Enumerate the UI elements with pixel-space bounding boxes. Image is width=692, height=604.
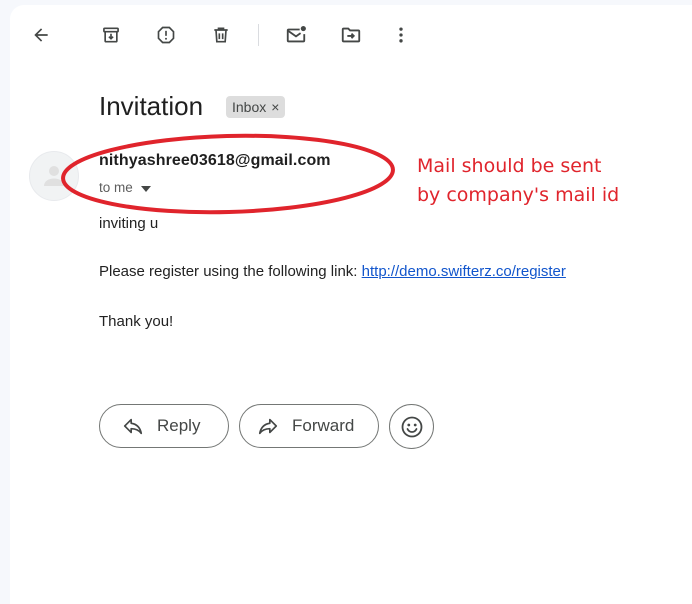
more-vert-icon[interactable]	[387, 21, 415, 49]
register-link[interactable]: http://demo.swifterz.co/register	[362, 263, 566, 280]
emoji-smile-icon	[401, 416, 422, 437]
email-subject: Invitation	[99, 91, 204, 121]
forward-button[interactable]: Forward	[239, 404, 379, 448]
emoji-reaction-button[interactable]	[389, 404, 434, 449]
register-prompt: Please register using the following link…	[99, 263, 362, 280]
remove-label-icon[interactable]: ×	[271, 99, 279, 115]
inbox-label-chip: Inbox ×	[226, 96, 286, 118]
reply-button[interactable]: Reply	[99, 404, 229, 448]
forward-label: Forward	[292, 416, 355, 435]
forward-icon	[257, 415, 279, 437]
mark-unread-icon[interactable]	[282, 21, 310, 49]
delete-icon[interactable]	[207, 21, 235, 49]
back-arrow-icon[interactable]	[27, 21, 55, 49]
annotation-line-1: Mail should be sent	[417, 155, 602, 177]
move-to-icon[interactable]	[337, 21, 365, 49]
archive-icon[interactable]	[97, 21, 125, 49]
label-text: Inbox	[232, 99, 267, 115]
toolbar-separator	[258, 24, 259, 46]
email-closing: Thank you!	[99, 313, 174, 330]
annotation-line-2: by company's mail id	[417, 184, 620, 206]
reply-icon	[122, 415, 144, 437]
annotation-note: Mail should be sent by company's mail id	[417, 152, 619, 210]
annotation-ellipse	[61, 133, 395, 215]
reply-label: Reply	[157, 416, 201, 435]
email-body-line-2: Please register using the following link…	[99, 263, 566, 280]
email-body-line-1: inviting u	[99, 215, 159, 232]
report-spam-icon[interactable]	[152, 21, 180, 49]
